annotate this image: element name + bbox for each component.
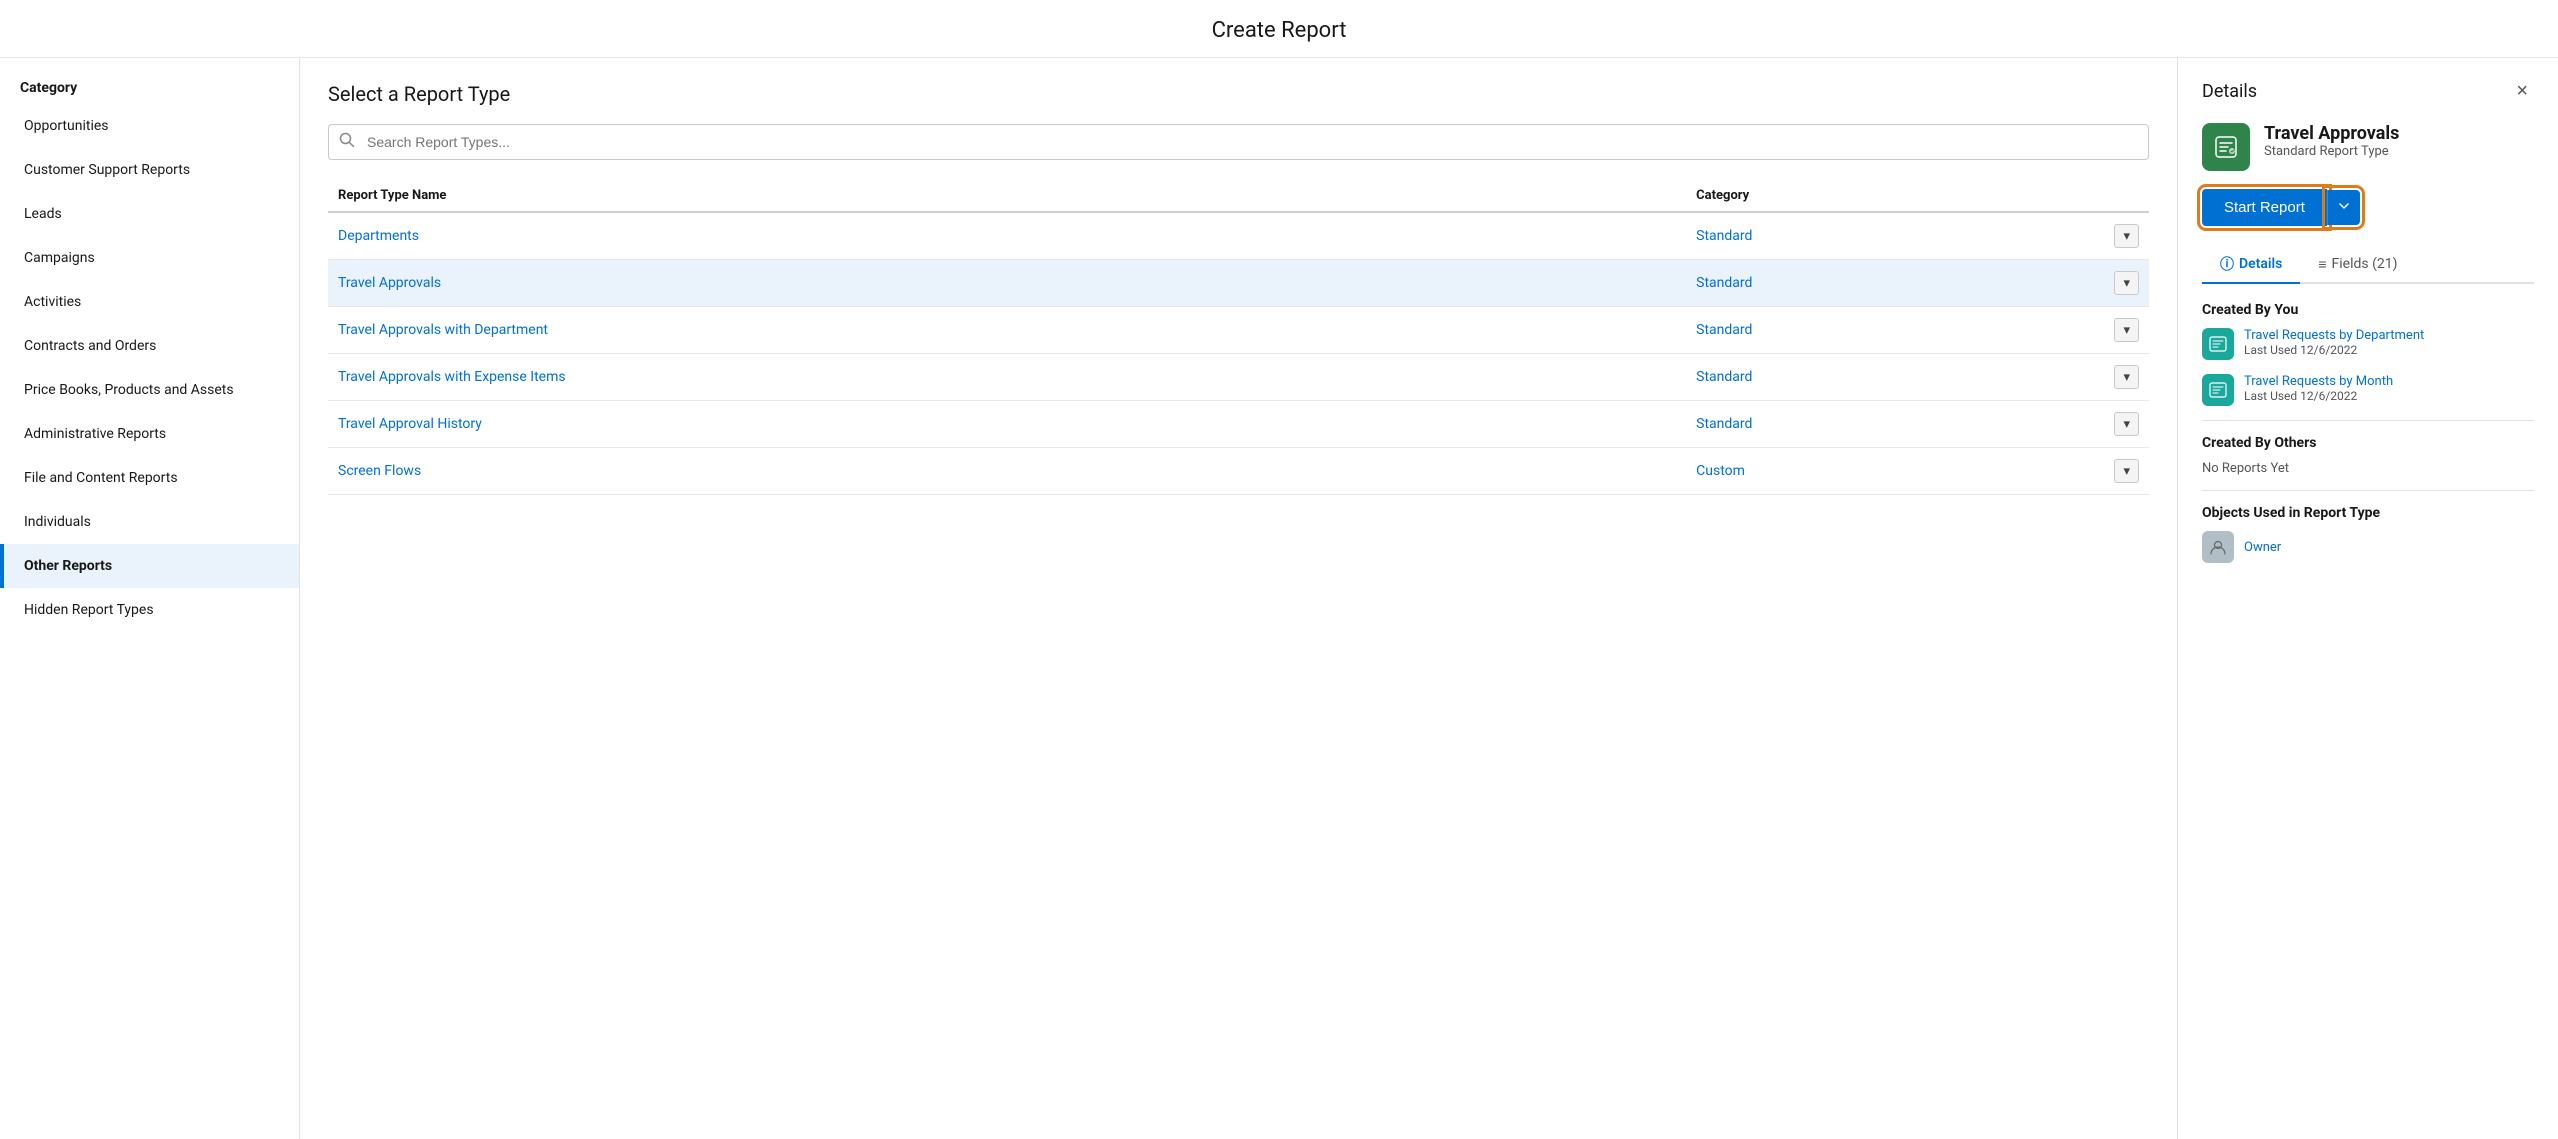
sidebar-category-heading: Category: [0, 68, 299, 104]
col-category: Category: [1686, 180, 2104, 212]
report-type-link[interactable]: Travel Approvals with Expense Items: [338, 369, 566, 385]
report-type-info: Travel Approvals Standard Report Type: [2264, 123, 2399, 159]
fields-tab-icon: ≡: [2318, 256, 2326, 273]
category-sidebar: Category OpportunitiesCustomer Support R…: [0, 58, 300, 1139]
row-dropdown-btn[interactable]: ▾: [2114, 459, 2139, 483]
col-report-type-name: Report Type Name: [328, 180, 1686, 212]
category-cell: Standard: [1686, 260, 2104, 307]
search-wrapper: [328, 124, 2149, 160]
table-row[interactable]: Travel Approval History Standard ▾: [328, 401, 2149, 448]
sidebar-item-other-reports[interactable]: Other Reports: [0, 544, 299, 588]
row-dropdown-btn[interactable]: ▾: [2114, 224, 2139, 248]
table-row[interactable]: Departments Standard ▾: [328, 212, 2149, 260]
no-reports-text: No Reports Yet: [2202, 461, 2534, 476]
report-type-icon: [2202, 123, 2250, 171]
sidebar-item-opportunities[interactable]: Opportunities: [0, 104, 299, 148]
report-list-name-link[interactable]: Travel Requests by Month: [2244, 374, 2393, 389]
start-report-row: Start Report: [2202, 189, 2534, 226]
sidebar-item-hidden-report-types[interactable]: Hidden Report Types: [0, 588, 299, 632]
row-dropdown-btn[interactable]: ▾: [2114, 271, 2139, 295]
details-tab-label: Details: [2239, 256, 2282, 272]
divider-1: [2202, 420, 2534, 421]
row-dropdown-btn[interactable]: ▾: [2114, 318, 2139, 342]
select-report-type-heading: Select a Report Type: [328, 82, 2149, 106]
tab-details[interactable]: ⓘ Details: [2202, 246, 2300, 284]
objects-used-title: Objects Used in Report Type: [2202, 505, 2534, 521]
report-list-meta: Last Used 12/6/2022: [2244, 389, 2393, 403]
start-report-button[interactable]: Start Report: [2202, 189, 2327, 226]
objects-used-item: Owner: [2202, 531, 2534, 563]
sidebar-item-administrative[interactable]: Administrative Reports: [0, 412, 299, 456]
report-list-icon: [2202, 374, 2234, 406]
start-report-dropdown-button[interactable]: [2327, 190, 2360, 225]
page-title: Create Report: [0, 0, 2558, 58]
row-dropdown-btn[interactable]: ▾: [2114, 412, 2139, 436]
row-dropdown-btn[interactable]: ▾: [2114, 365, 2139, 389]
created-by-you-item: Travel Requests by Month Last Used 12/6/…: [2202, 374, 2534, 406]
sidebar-item-contracts-orders[interactable]: Contracts and Orders: [0, 324, 299, 368]
sidebar-item-campaigns[interactable]: Campaigns: [0, 236, 299, 280]
report-list-name-link[interactable]: Travel Requests by Department: [2244, 328, 2424, 343]
created-by-others-title: Created By Others: [2202, 435, 2534, 451]
details-tab-icon: ⓘ: [2220, 254, 2234, 274]
created-by-you-title: Created By You: [2202, 302, 2534, 318]
report-type-link[interactable]: Departments: [338, 228, 419, 244]
report-type-name: Travel Approvals: [2264, 123, 2399, 144]
sidebar-item-individuals[interactable]: Individuals: [0, 500, 299, 544]
middle-panel: Select a Report Type Report Type Name Ca…: [300, 58, 2178, 1139]
sidebar-item-price-books[interactable]: Price Books, Products and Assets: [0, 368, 299, 412]
sidebar-item-customer-support[interactable]: Customer Support Reports: [0, 148, 299, 192]
fields-tab-label: Fields (21): [2332, 256, 2398, 272]
category-cell: Standard: [1686, 354, 2104, 401]
owner-icon: [2202, 531, 2234, 563]
details-panel-title: Details: [2202, 81, 2257, 102]
report-type-table: Report Type Name Category Departments St…: [328, 180, 2149, 495]
category-cell: Standard: [1686, 307, 2104, 354]
sidebar-item-leads[interactable]: Leads: [0, 192, 299, 236]
close-button[interactable]: ×: [2510, 78, 2534, 105]
tab-fields[interactable]: ≡ Fields (21): [2300, 246, 2415, 284]
sidebar-item-activities[interactable]: Activities: [0, 280, 299, 324]
report-list-text: Travel Requests by Month Last Used 12/6/…: [2244, 374, 2393, 403]
report-type-header: Travel Approvals Standard Report Type: [2202, 123, 2534, 171]
report-list-text: Travel Requests by Department Last Used …: [2244, 328, 2424, 357]
table-row[interactable]: Travel Approvals Standard ▾: [328, 260, 2149, 307]
details-panel-header: Details ×: [2202, 78, 2534, 105]
report-list-meta: Last Used 12/6/2022: [2244, 343, 2424, 357]
details-tabs: ⓘ Details ≡ Fields (21): [2202, 246, 2534, 284]
category-cell: Custom: [1686, 448, 2104, 495]
category-cell: Standard: [1686, 212, 2104, 260]
table-row[interactable]: Screen Flows Custom ▾: [328, 448, 2149, 495]
table-row[interactable]: Travel Approvals with Department Standar…: [328, 307, 2149, 354]
owner-link[interactable]: Owner: [2244, 540, 2281, 555]
report-type-link[interactable]: Travel Approvals: [338, 275, 441, 291]
sidebar-item-file-content[interactable]: File and Content Reports: [0, 456, 299, 500]
report-list-icon: [2202, 328, 2234, 360]
report-type-link[interactable]: Screen Flows: [338, 463, 421, 479]
report-type-sub: Standard Report Type: [2264, 144, 2399, 159]
created-by-you-item: Travel Requests by Department Last Used …: [2202, 328, 2534, 360]
search-input[interactable]: [328, 124, 2149, 160]
report-type-link[interactable]: Travel Approval History: [338, 416, 482, 432]
table-row[interactable]: Travel Approvals with Expense Items Stan…: [328, 354, 2149, 401]
report-type-link[interactable]: Travel Approvals with Department: [338, 322, 548, 338]
category-cell: Standard: [1686, 401, 2104, 448]
divider-2: [2202, 490, 2534, 491]
details-panel: Details × Travel Approvals Standard Repo…: [2178, 58, 2558, 1139]
